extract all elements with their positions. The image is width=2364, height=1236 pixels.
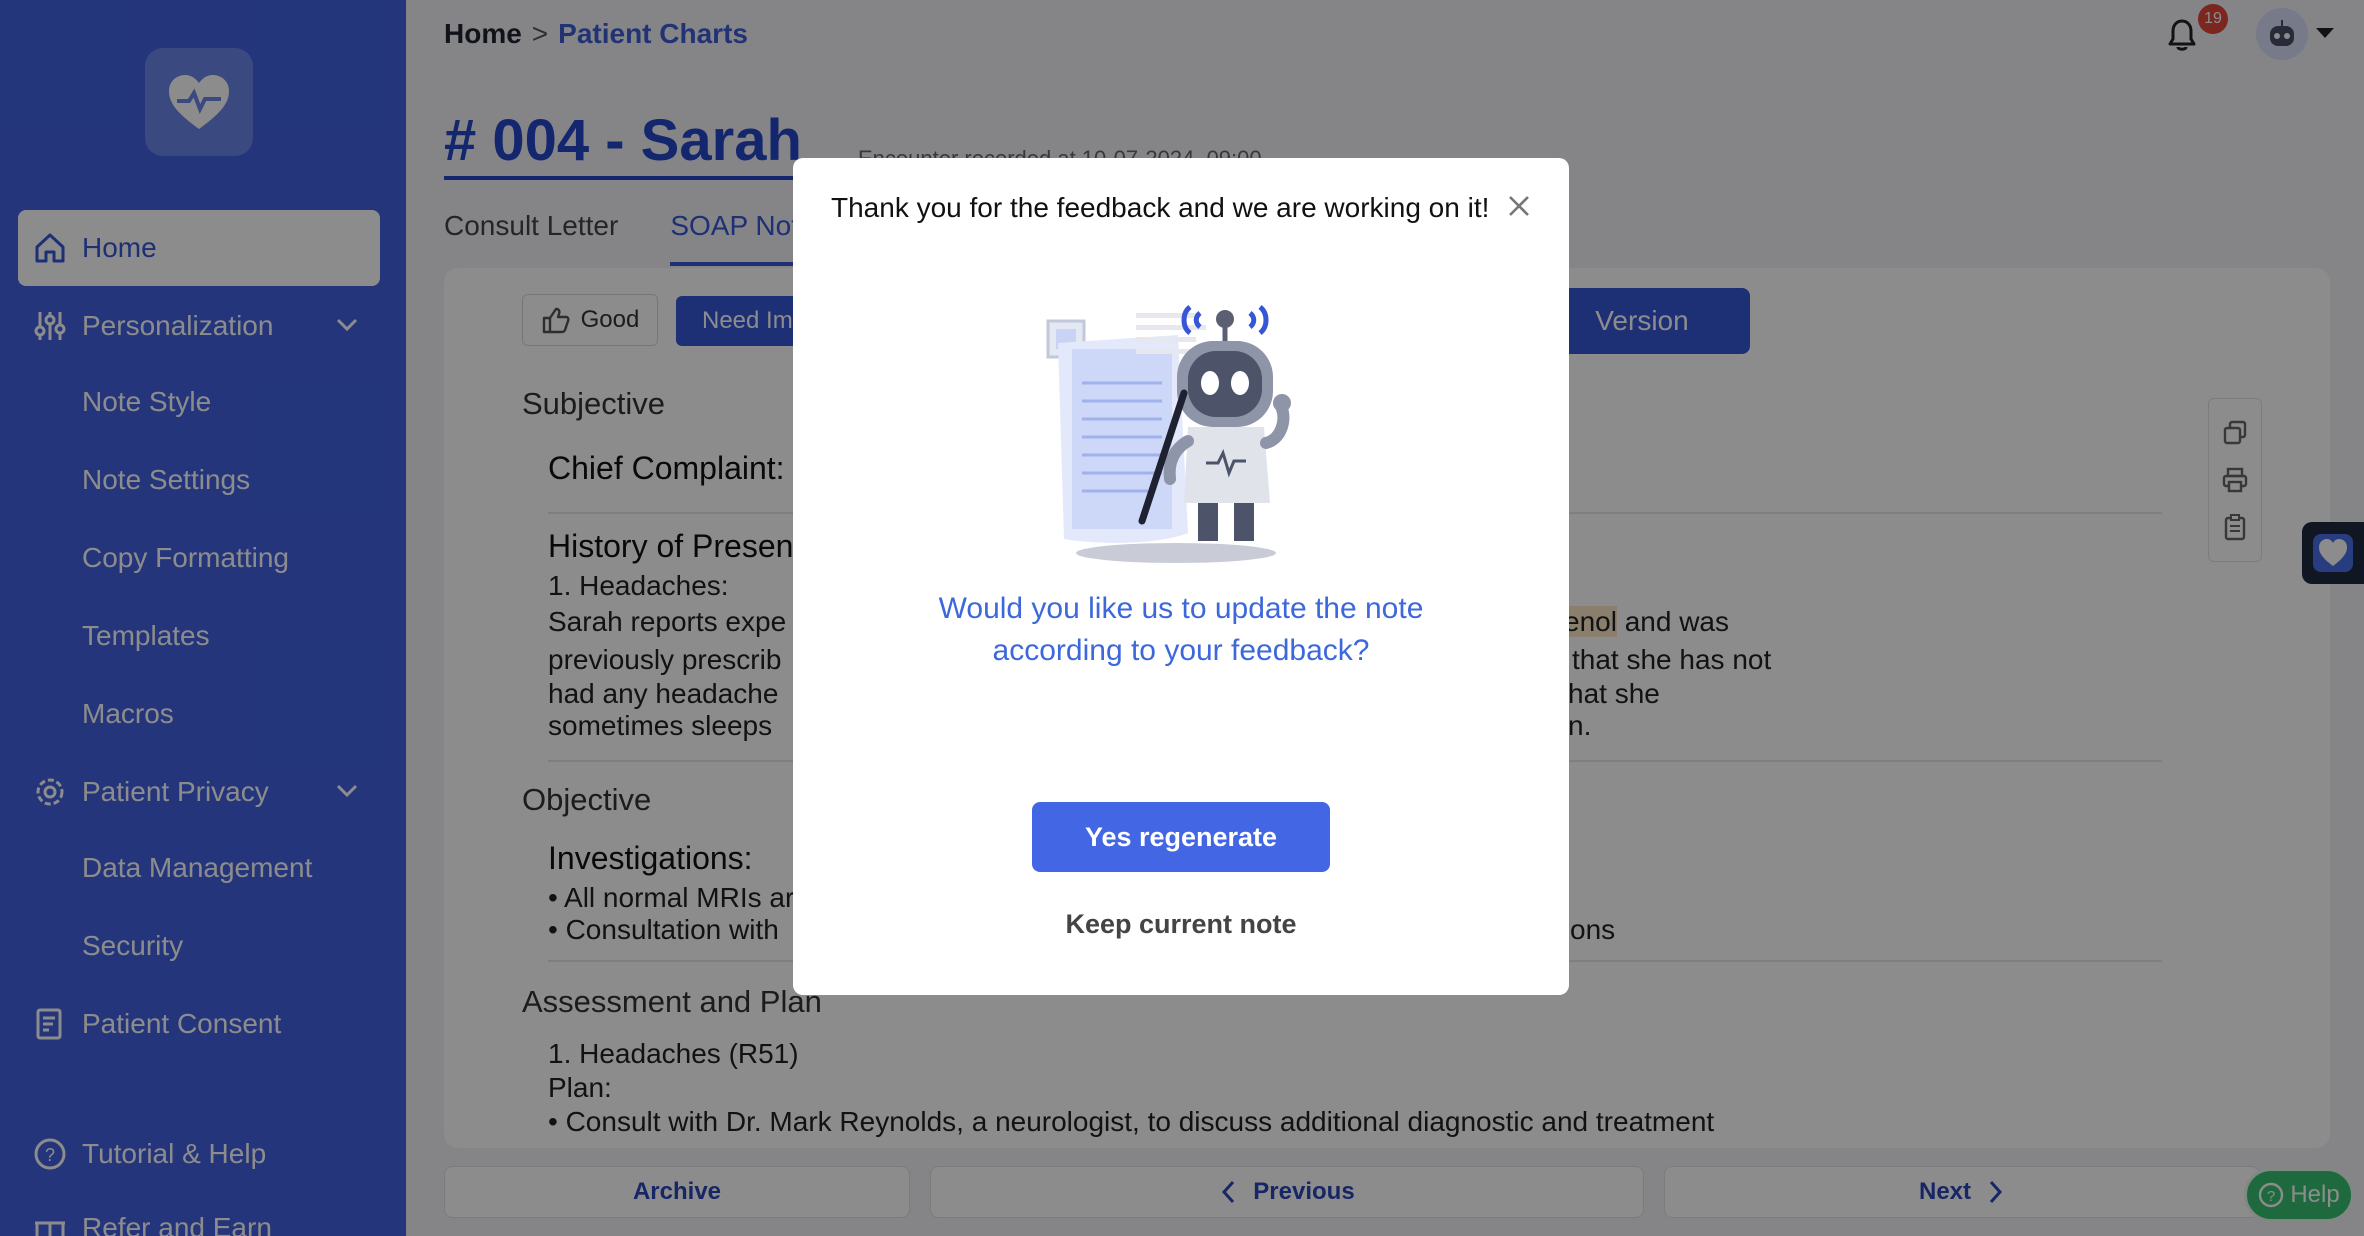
- modal-title: Thank you for the feedback and we are wo…: [831, 192, 1490, 223]
- feedback-modal: Thank you for the feedback and we are wo…: [793, 158, 1569, 995]
- close-icon[interactable]: [1501, 188, 1537, 224]
- modal-question: Would you like us to update the note acc…: [938, 592, 1424, 667]
- yes-regenerate-button[interactable]: Yes regenerate: [1032, 802, 1330, 872]
- keep-current-note-button[interactable]: Keep current note: [1032, 894, 1330, 954]
